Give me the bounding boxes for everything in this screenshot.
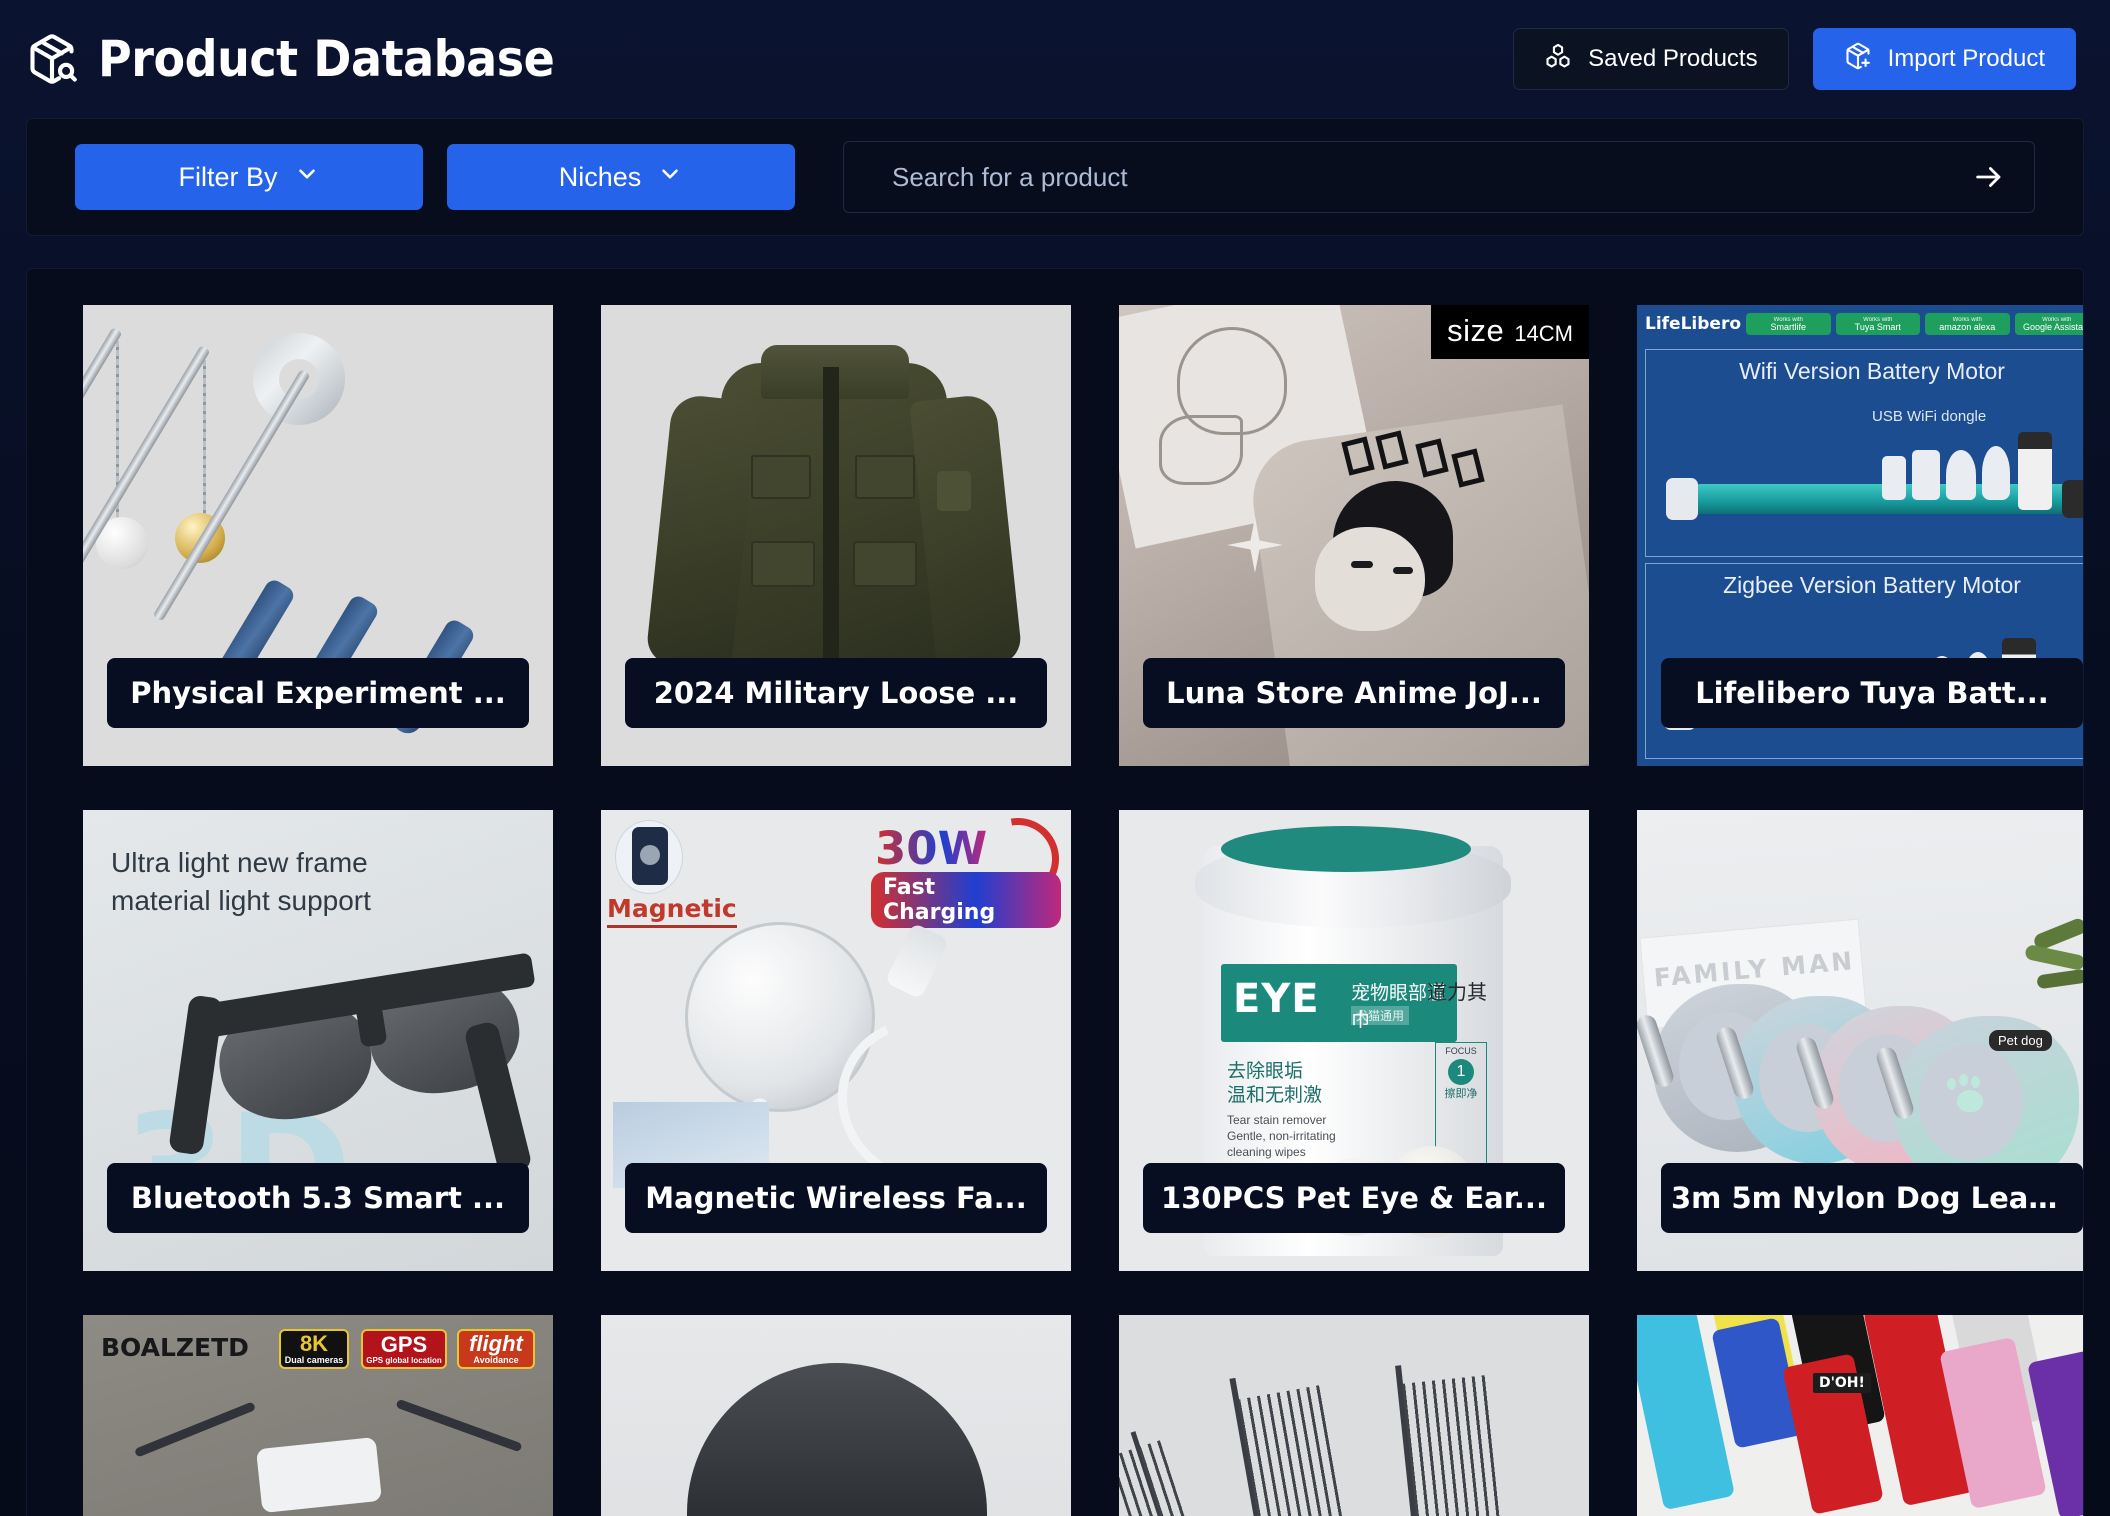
product-title: Lifelibero Tuya Batt...: [1661, 658, 2083, 728]
package-plus-icon: [1844, 42, 1872, 77]
product-title: Magnetic Wireless Fa...: [625, 1163, 1047, 1233]
page-title: Product Database: [98, 30, 555, 88]
product-card[interactable]: FAMILY MAN Pet dog 3m 5m Nylon Dog Leas.…: [1637, 810, 2083, 1271]
brand: Product Database: [26, 30, 594, 88]
doh-label: D'OH!: [1813, 1373, 1871, 1393]
fast-charging-label: Fast Charging: [871, 872, 1061, 928]
product-caption: Ultra light new frame material light sup…: [111, 847, 371, 916]
product-card[interactable]: 2024 Military Loose ...: [601, 305, 1071, 766]
package-search-icon: [26, 33, 78, 85]
paw-icon: [1945, 1074, 1989, 1114]
size-badge-value: 14CM: [1514, 321, 1573, 346]
product-card[interactable]: Magnetic 30W Fast Charging Magnetic Wire…: [601, 810, 1071, 1271]
import-product-button[interactable]: Import Product: [1812, 28, 2076, 90]
magnetic-icon: [615, 820, 683, 894]
niches-label: Niches: [558, 161, 642, 192]
search-input[interactable]: [892, 161, 1952, 193]
product-image: BOALZETD 8K Dual cameras GPS GPS global …: [83, 1315, 553, 1516]
size-badge-key: size: [1447, 313, 1505, 348]
product-card[interactable]: D'OH!: [1637, 1315, 2083, 1516]
import-product-label: Import Product: [1887, 45, 2045, 72]
product-image: [601, 1315, 1071, 1516]
feature-badge: flight Avoidance: [457, 1329, 535, 1369]
magnetic-label: Magnetic: [607, 894, 737, 928]
header-actions: Saved Products Import Product: [1513, 28, 2076, 90]
works-with-badge: Works with Tuya Smart: [1835, 313, 1921, 335]
fast-charging-badge: 30W Fast Charging: [871, 810, 1071, 928]
usb-dongle-note: USB WiFi dongle: [1872, 408, 1987, 425]
eye-label: EYE 宠物眼部湿巾 犬猫通用: [1221, 964, 1457, 1042]
product-image: D'OH!: [1637, 1315, 2083, 1516]
product-title: Bluetooth 5.3 Smart ...: [107, 1163, 529, 1233]
product-title: Luna Store Anime JoJ...: [1143, 658, 1565, 728]
product-card[interactable]: size 14CM Luna Store Anime JoJ...: [1119, 305, 1589, 766]
drone-brand: BOALZETD: [101, 1333, 249, 1362]
product-image: [1119, 1315, 1589, 1516]
saved-products-button[interactable]: Saved Products: [1513, 28, 1789, 90]
product-card[interactable]: [1119, 1315, 1589, 1516]
app-header: Product Database Saved Products Import P…: [0, 0, 2110, 118]
product-grid-panel: Physical Experiment ... 2024 Military Lo…: [26, 268, 2084, 1516]
product-title: 2024 Military Loose ...: [625, 658, 1047, 728]
search-submit-button[interactable]: [1972, 160, 2006, 194]
product-card[interactable]: BOALZETD 8K Dual cameras GPS GPS global …: [83, 1315, 553, 1516]
saved-products-label: Saved Products: [1588, 45, 1758, 72]
panel-title: Wifi Version Battery Motor: [1739, 358, 2005, 384]
body-cn: 去除眼垢 温和无刺激: [1227, 1061, 1323, 1106]
chevron-down-icon: [657, 161, 683, 194]
product-card[interactable]: [601, 1315, 1071, 1516]
body-en: Tear stain remover Gentle, non-irritatin…: [1227, 1113, 1336, 1160]
power-label: 30W: [875, 822, 988, 875]
filter-by-label: Filter By: [178, 161, 278, 192]
product-title: 3m 5m Nylon Dog Leas...: [1661, 1163, 2083, 1233]
feature-badge: 8K Dual cameras: [279, 1329, 349, 1369]
product-title: 130PCS Pet Eye & Ear...: [1143, 1163, 1565, 1233]
niches-dropdown[interactable]: Niches: [447, 144, 795, 210]
product-card[interactable]: 3D Ultra light new frame material light …: [83, 810, 553, 1271]
size-badge: size 14CM: [1431, 305, 1589, 359]
product-grid: Physical Experiment ... 2024 Military Lo…: [83, 305, 2083, 1516]
works-with-badge: Works with Google Assistant: [2014, 313, 2083, 335]
brand-cn: 道力其: [1427, 982, 1487, 1004]
search-bar[interactable]: [843, 141, 2035, 213]
product-title: Physical Experiment ...: [107, 658, 529, 728]
lifelibero-logo: LifeLibero: [1645, 314, 1742, 334]
product-card[interactable]: Physical Experiment ...: [83, 305, 553, 766]
feature-badge: GPS GPS global location: [361, 1329, 447, 1369]
filter-bar: Filter By Niches: [26, 118, 2084, 236]
works-with-badge: Works with amazon alexa: [1925, 313, 2010, 335]
filter-by-dropdown[interactable]: Filter By: [75, 144, 423, 210]
panel-title: Zigbee Version Battery Motor: [1723, 572, 2021, 598]
brand-badge: Pet dog: [1989, 1030, 2052, 1051]
product-card[interactable]: LifeLibero Works with Smartlife Works wi…: [1637, 305, 2083, 766]
works-with-badge: Works with Smartlife: [1746, 313, 1831, 335]
boxes-icon: [1544, 42, 1572, 77]
product-card[interactable]: EYE 宠物眼部湿巾 犬猫通用 去除眼垢 温和无刺激 Tear stain re…: [1119, 810, 1589, 1271]
chevron-down-icon: [294, 161, 320, 194]
